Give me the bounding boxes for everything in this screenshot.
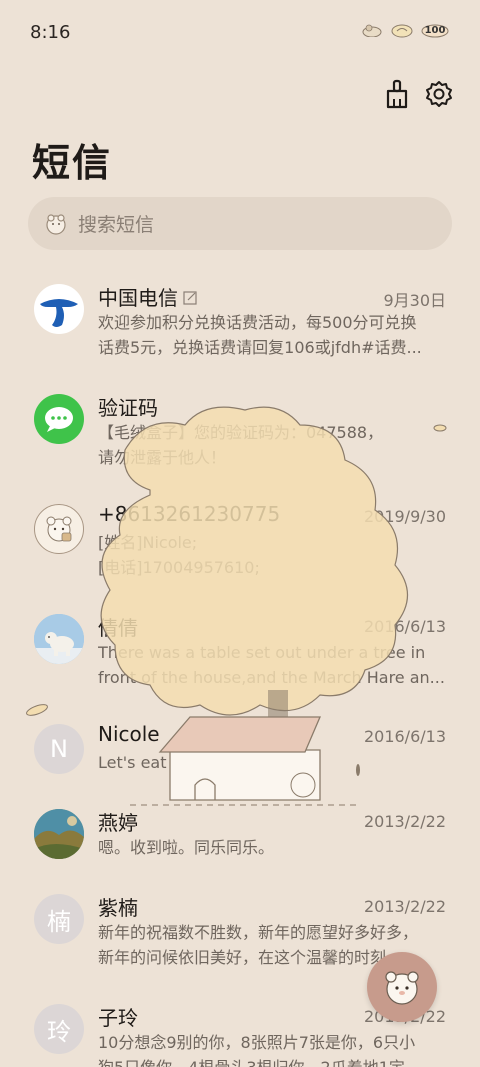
conversation-preview: 10分想念9别的你，8张照片7张是你，6只小 狗5只像你，4根骨头3根归你，2爪…: [98, 1033, 416, 1067]
conversation-date: 2013/2/22: [363, 897, 446, 916]
avatar-letter: 楠: [34, 894, 84, 944]
conversation-name: 倩倩: [98, 616, 138, 640]
conversation-preview: 嗯。收到啦。同乐同乐。: [98, 838, 275, 857]
search-icon: [44, 211, 70, 237]
battery-level: 100: [424, 24, 446, 36]
conversation-name: 燕婷: [98, 811, 138, 835]
avatar-letter: N: [34, 724, 84, 774]
message-bubble-icon: [34, 394, 84, 444]
page-title: 短信: [32, 141, 113, 185]
conversation-preview: Let's eat out,shall we?: [98, 753, 277, 772]
landscape-photo: [34, 809, 84, 859]
conversation-item[interactable]: 验证码 【毛绒盒子】您的验证码为：047588， 请勿泄露于他人！: [0, 382, 480, 492]
status-time: 8:16: [30, 22, 71, 43]
conversation-date: 2013/2/22: [363, 812, 446, 831]
signal-icon: [360, 22, 384, 38]
edit-icon: [183, 290, 197, 309]
gear-icon[interactable]: [423, 78, 455, 110]
broom-icon[interactable]: [381, 78, 413, 110]
conversation-name: 子玲: [98, 1006, 138, 1030]
conversation-date: 9月30日: [383, 291, 446, 310]
conversation-preview: [姓名]Nicole; [电话]17004957610;: [98, 533, 260, 577]
status-icons: 100: [360, 22, 450, 38]
conversation-item[interactable]: 中国电信 9月30日 欢迎参加积分兑换话费活动，每500分可兑换 话费5元，兑换…: [0, 272, 480, 382]
compose-button[interactable]: [367, 952, 437, 1022]
conversation-date: 2016/6/13: [363, 617, 446, 636]
conversation-preview: There was a table set out under a tree i…: [98, 643, 445, 687]
search-bar[interactable]: 搜索短信: [28, 197, 452, 250]
conversation-name: Nicole: [98, 722, 160, 746]
conversation-name: +8613261230775: [98, 502, 281, 526]
conversation-date: 2016/6/13: [363, 727, 446, 746]
conversation-name: 紫楠: [98, 896, 138, 920]
conversation-item[interactable]: 倩倩 2016/6/13 There was a table set out u…: [0, 602, 480, 712]
bear-face-icon: [385, 971, 419, 1005]
conversation-name: 中国电信: [98, 286, 178, 310]
status-bar: 8:16 100: [0, 0, 480, 64]
conversation-preview: 【毛绒盒子】您的验证码为：047588， 请勿泄露于他人！: [98, 423, 384, 467]
wifi-icon: [390, 22, 414, 38]
polar-bear-photo: [34, 614, 84, 664]
battery-icon: 100: [420, 22, 450, 38]
bear-avatar: [34, 504, 84, 554]
search-input[interactable]: 搜索短信: [78, 210, 154, 237]
conversation-date: 2019/9/30: [363, 507, 446, 526]
avatar-letter: 玲: [34, 1004, 84, 1054]
conversation-name: 验证码: [98, 396, 158, 420]
conversation-item[interactable]: +8613261230775 2019/9/30 [姓名]Nicole; [电话…: [0, 492, 480, 602]
conversation-preview: 欢迎参加积分兑换话费活动，每500分可兑换 话费5元，兑换话费请回复106或jf…: [98, 313, 422, 357]
china-telecom-logo: [34, 284, 84, 334]
